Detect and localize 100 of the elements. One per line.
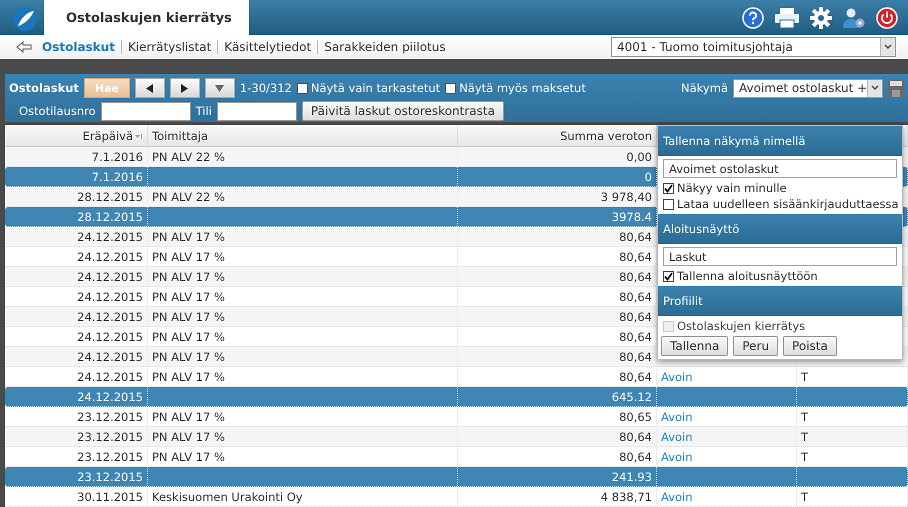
table-cell: 24.12.2015: [5, 387, 148, 406]
table-cell: Keskisuomen Urakointi Oy: [148, 487, 458, 506]
table-cell: 28.12.2015: [5, 207, 148, 226]
table-cell: 30.11.2015: [5, 487, 148, 506]
dropdown-button[interactable]: [204, 78, 235, 98]
table-cell: T: [797, 447, 908, 466]
previous-button[interactable]: [134, 78, 165, 98]
logo-icon: [12, 6, 38, 32]
user-select[interactable]: 4001 - Tuomo toimitusjohtaja: [611, 37, 896, 58]
table-cell: 80,65: [458, 407, 657, 426]
table-row[interactable]: 30.11.2015 Keskisuomen Urakointi Oy 4 838,71 Avoin T: [5, 487, 908, 507]
table-cell: PN ALV 17 %: [148, 347, 458, 366]
table-cell: 24.12.2015: [5, 327, 148, 346]
table-cell: PN ALV 17 %: [148, 307, 458, 326]
table-cell: PN ALV 17 %: [148, 247, 458, 266]
group-row[interactable]: 23.12.2015 241.93: [5, 467, 908, 487]
table-cell: 80,64: [458, 367, 657, 386]
view-select[interactable]: Avoimet ostolaskut +: [733, 78, 883, 98]
nav-tab[interactable]: Ostolaskut: [36, 40, 121, 54]
table-cell: 23.12.2015: [5, 407, 148, 426]
table-cell: 24.12.2015: [5, 347, 148, 366]
down-arrow-icon: [215, 84, 224, 92]
table-cell: 24.12.2015: [5, 267, 148, 286]
table-cell: 7.1.2016: [5, 147, 148, 166]
popup-button[interactable]: Tallenna: [661, 336, 728, 356]
toolbar-title: Ostolaskut: [9, 81, 79, 95]
user-settings-icon[interactable]: [842, 6, 866, 29]
group-row[interactable]: 24.12.2015 645.12: [5, 387, 908, 407]
checkbox[interactable]: [663, 198, 674, 210]
table-cell: T: [797, 487, 908, 506]
checkbox[interactable]: [663, 182, 674, 194]
table-row[interactable]: 23.12.2015 PN ALV 17 % 80,64 Avoin T: [5, 447, 908, 467]
table-cell: PN ALV 22 %: [148, 187, 458, 206]
section-header: Aloitusnäyttö: [658, 214, 902, 244]
app-title: Ostolaskujen kierrätys: [44, 0, 249, 36]
caret-icon: [871, 85, 880, 91]
checkbox[interactable]: [663, 270, 674, 282]
table-cell: 80,64: [458, 447, 657, 466]
help-icon[interactable]: [742, 6, 764, 29]
table-row[interactable]: 23.12.2015 PN ALV 17 % 80,64 Avoin T: [5, 427, 908, 447]
caret-icon: [884, 44, 892, 50]
right-arrow-icon: [180, 84, 190, 92]
table-cell: T: [797, 407, 908, 426]
section-header: Profiilit: [658, 286, 902, 316]
table-cell: 24.12.2015: [5, 247, 148, 266]
power-icon[interactable]: [876, 6, 898, 29]
order-label: Ostotilausnro: [19, 104, 96, 118]
back-icon[interactable]: [16, 41, 32, 54]
table-cell: 24.12.2015: [5, 307, 148, 326]
table-cell: 7.1.2016: [5, 167, 148, 186]
checkbox[interactable]: [445, 82, 456, 94]
section-header: Tallenna näkymä nimellä: [658, 126, 902, 156]
table-cell: 23.12.2015: [5, 467, 148, 486]
account-field[interactable]: [216, 102, 297, 120]
status-link[interactable]: Avoin: [661, 410, 693, 424]
input-field[interactable]: Avoimet ostolaskut: [663, 159, 897, 178]
table-cell: PN ALV 17 %: [148, 407, 458, 426]
view-label: Näkymä: [681, 81, 728, 95]
status-link[interactable]: Avoin: [661, 490, 693, 504]
table-cell: 23.12.2015: [5, 427, 148, 446]
save-icon[interactable]: [888, 79, 904, 97]
popup-button[interactable]: Peru: [733, 336, 778, 356]
table-cell: PN ALV 22 %: [148, 147, 458, 166]
table-cell: PN ALV 17 %: [148, 327, 458, 346]
table-row[interactable]: 24.12.2015 PN ALV 17 % 80,64 Avoin T: [5, 367, 908, 387]
printer-icon[interactable]: [774, 6, 800, 29]
popup-button[interactable]: Poista: [783, 336, 837, 356]
table-cell: 241.93: [458, 467, 657, 486]
status-link[interactable]: Avoin: [661, 430, 693, 444]
table-cell: 23.12.2015: [5, 447, 148, 466]
nav-tab[interactable]: Sarakkeiden piilotus: [317, 40, 452, 54]
nav-tab[interactable]: Kierrätyslistat: [120, 40, 218, 54]
status-link[interactable]: Avoin: [661, 370, 693, 384]
checkbox-label: Näytä vain tarkastetut: [310, 81, 440, 95]
table-cell: PN ALV 17 %: [148, 447, 458, 466]
order-number-field[interactable]: [100, 102, 191, 120]
table-cell: 24.12.2015: [5, 367, 148, 386]
table-cell: 645.12: [458, 387, 657, 406]
table-cell: PN ALV 17 %: [148, 427, 458, 446]
status-link[interactable]: Avoin: [661, 450, 693, 464]
table-cell: 24.12.2015: [5, 227, 148, 246]
table-row[interactable]: 23.12.2015 PN ALV 17 % 80,65 Avoin T: [5, 407, 908, 427]
checkbox[interactable]: [296, 82, 308, 94]
table-cell: PN ALV 17 %: [148, 227, 458, 246]
update-button[interactable]: Päivitä laskut ostoreskontrasta: [302, 101, 504, 121]
input-field[interactable]: Laskut: [663, 247, 897, 266]
checkbox-label: Tallenna aloitusnäyttöön: [677, 269, 818, 283]
next-button[interactable]: [170, 78, 200, 98]
page-range: 1-30/312: [240, 81, 292, 95]
left-arrow-icon: [145, 84, 154, 92]
column-header[interactable]: Toimittaja: [148, 125, 458, 146]
table-cell: PN ALV 17 %: [148, 267, 458, 286]
table-cell: 80,64: [458, 427, 657, 446]
table-cell: T: [797, 427, 908, 446]
nav-tab[interactable]: Käsittelytiedot: [217, 40, 318, 54]
column-header[interactable]: Eräpäivä: [5, 125, 148, 146]
table-cell: T: [797, 367, 908, 386]
table-cell: PN ALV 17 %: [148, 287, 458, 306]
checkbox-label: Näytä myös maksetut: [459, 81, 586, 95]
table-cell: 24.12.2015: [5, 287, 148, 306]
